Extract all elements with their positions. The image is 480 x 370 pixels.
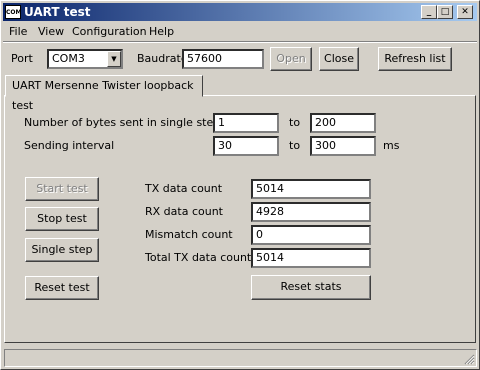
interval-from-input[interactable]: 30 xyxy=(213,136,279,156)
tab-panel: Number of bytes sent in single step 1 to… xyxy=(4,95,476,343)
mismatch-count-field[interactable]: 0 xyxy=(251,225,371,245)
close-button[interactable]: Close xyxy=(319,47,359,71)
app-icon: COM xyxy=(5,5,21,19)
baudrate-input[interactable]: 57600 xyxy=(182,49,264,69)
maximize-button[interactable]: □ xyxy=(437,5,453,19)
tx-count-label: TX data count xyxy=(145,182,223,195)
menu-separator xyxy=(3,41,477,43)
bytes-label: Number of bytes sent in single step xyxy=(24,116,221,129)
interval-to-input[interactable]: 300 xyxy=(310,136,376,156)
menu-help[interactable]: Help xyxy=(149,25,174,39)
main-window: COM UART test _ □ ✕ File View Configurat… xyxy=(0,0,480,370)
mismatch-count-label: Mismatch count xyxy=(145,228,233,241)
close-window-button[interactable]: ✕ xyxy=(457,5,473,19)
bytes-to-label: to xyxy=(289,116,301,129)
single-step-button[interactable]: Single step xyxy=(25,238,99,262)
title-bar[interactable]: COM UART test _ □ ✕ xyxy=(3,3,477,21)
window-title: UART test xyxy=(24,5,91,19)
menu-configuration[interactable]: Configuration xyxy=(72,25,147,39)
refresh-list-button[interactable]: Refresh list xyxy=(378,47,452,71)
tab-mersenne-twister[interactable]: UART Mersenne Twister loopback test xyxy=(5,75,203,112)
start-test-button[interactable]: Start test xyxy=(25,177,99,201)
menu-bar: File View Configuration Help xyxy=(3,23,477,41)
minimize-button[interactable]: _ xyxy=(421,5,437,19)
menu-view[interactable]: View xyxy=(38,25,64,39)
bytes-to-input[interactable]: 200 xyxy=(310,113,376,133)
port-select[interactable]: COM3 ▼ xyxy=(47,49,123,69)
port-value: COM3 xyxy=(52,52,85,65)
rx-count-label: RX data count xyxy=(145,205,223,218)
baudrate-label: Baudrate xyxy=(137,52,188,65)
rx-count-field[interactable]: 4928 xyxy=(251,202,371,222)
menu-file[interactable]: File xyxy=(9,25,27,39)
interval-unit-label: ms xyxy=(383,139,400,152)
bytes-from-input[interactable]: 1 xyxy=(213,113,279,133)
stop-test-button[interactable]: Stop test xyxy=(25,207,99,231)
status-bar xyxy=(4,349,477,367)
total-tx-count-label: Total TX data count xyxy=(145,251,252,264)
interval-label: Sending interval xyxy=(24,139,115,152)
resize-grip-icon[interactable] xyxy=(463,353,475,365)
port-label: Port xyxy=(11,52,33,65)
reset-stats-button[interactable]: Reset stats xyxy=(251,275,371,300)
total-tx-count-field[interactable]: 5014 xyxy=(251,248,371,268)
chevron-down-icon[interactable]: ▼ xyxy=(107,51,121,67)
tx-count-field[interactable]: 5014 xyxy=(251,179,371,199)
open-button[interactable]: Open xyxy=(270,47,312,71)
reset-test-button[interactable]: Reset test xyxy=(25,276,99,300)
interval-to-label: to xyxy=(289,139,301,152)
